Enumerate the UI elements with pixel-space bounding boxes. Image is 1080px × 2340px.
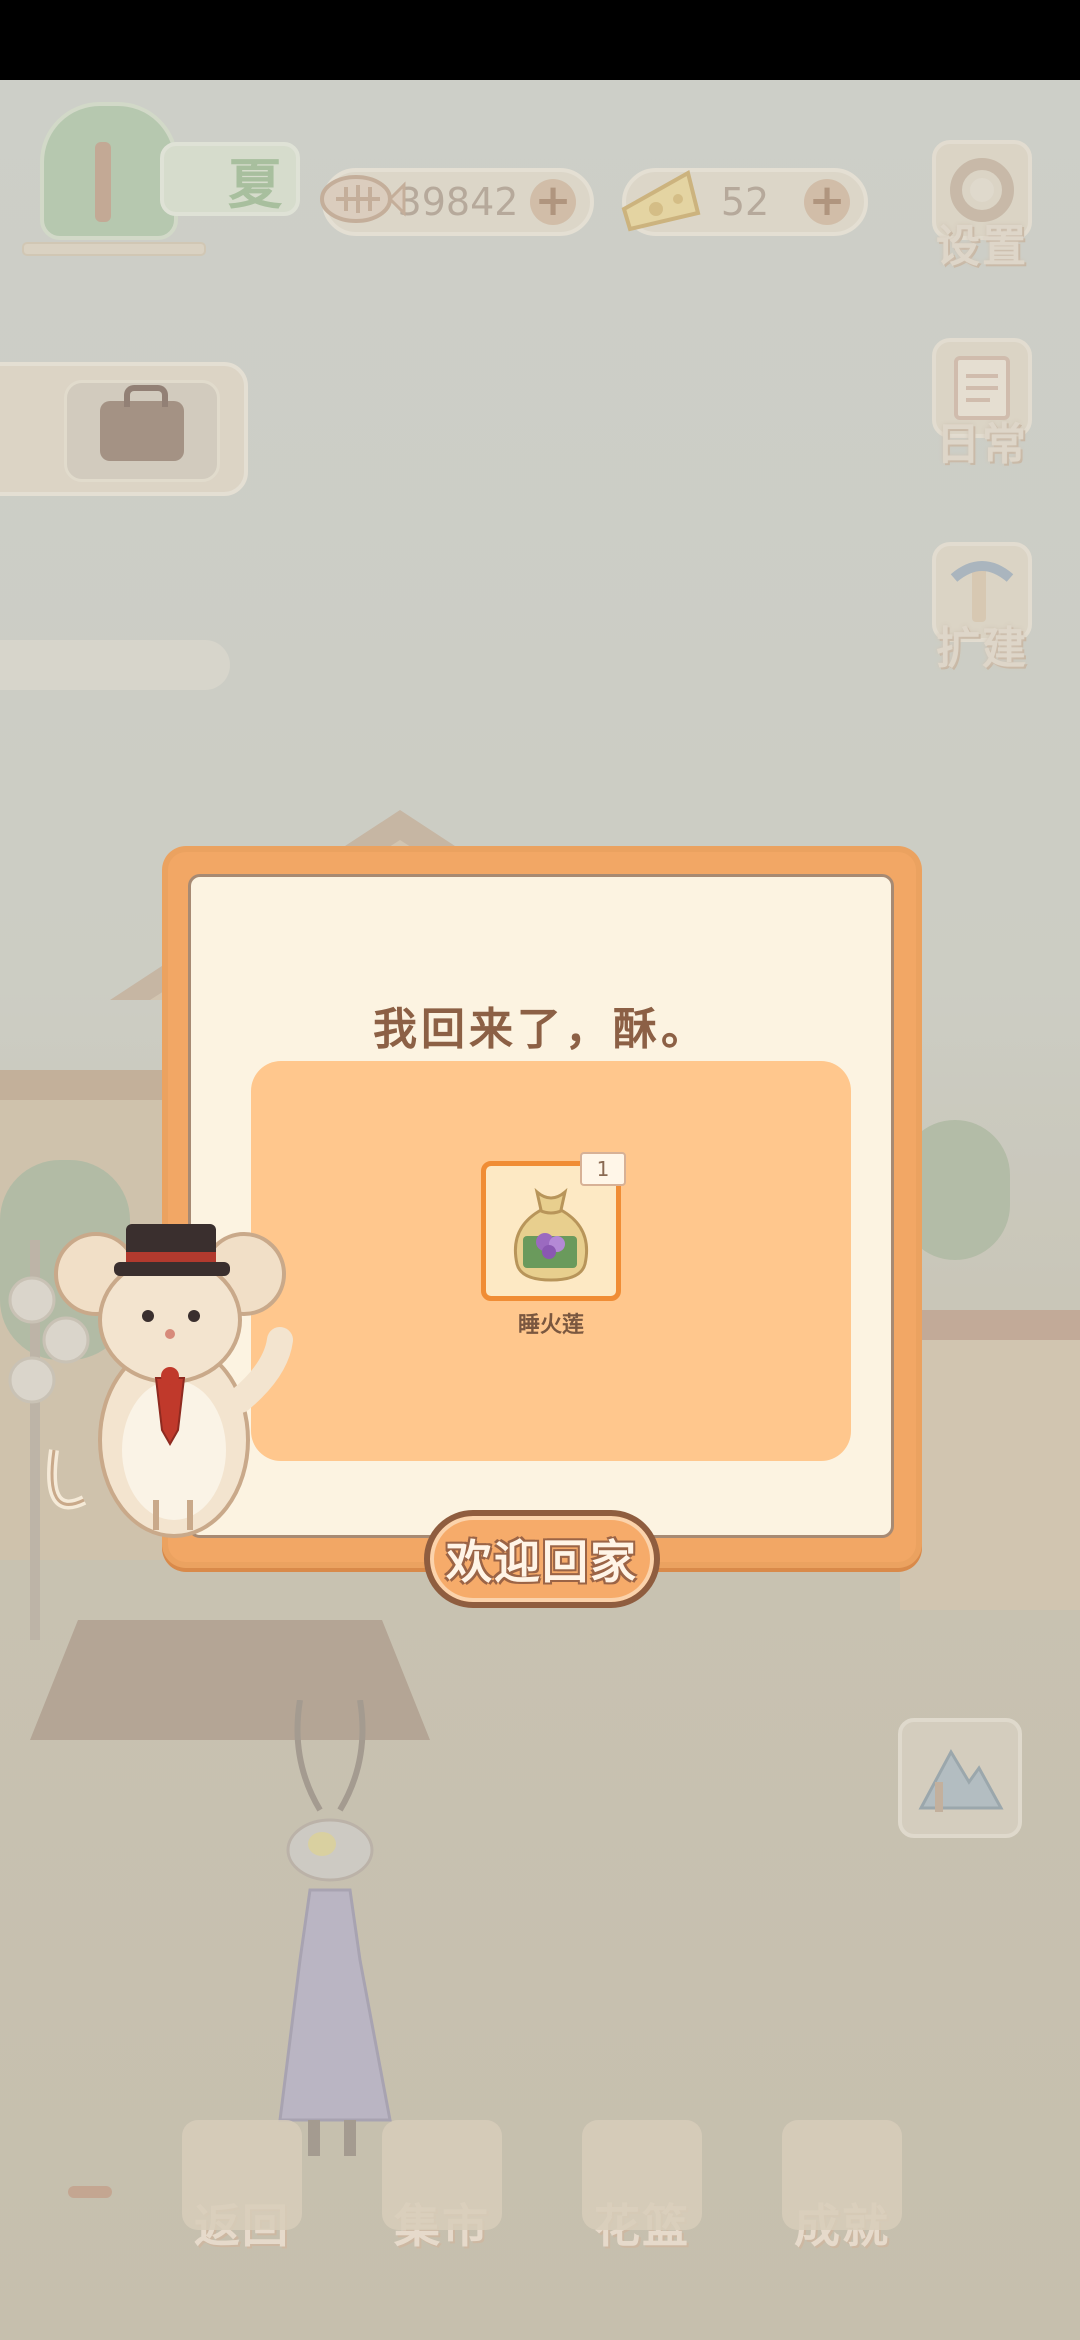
reward-item-slot[interactable]: 1 [481, 1152, 626, 1301]
reward-count-badge: 1 [580, 1152, 626, 1186]
flower-basket-icon [582, 2120, 702, 2230]
reward-panel: 1 睡火莲 [251, 1061, 851, 1461]
nav-back[interactable]: 返回 [172, 2120, 312, 2270]
welcome-home-label: 欢迎回家 [446, 1535, 638, 1589]
seed-bag-icon [513, 1187, 589, 1282]
mouse-butler-character [47, 1224, 293, 1538]
welcome-home-button[interactable]: 欢迎回家 [424, 1510, 660, 1608]
nav-flower-basket[interactable]: 花篮 [572, 2120, 712, 2270]
nav-achievements[interactable]: 成就 [772, 2120, 912, 2270]
door-icon [182, 2120, 302, 2230]
market-stall-icon [382, 2120, 502, 2230]
nav-market[interactable]: 集市 [372, 2120, 512, 2270]
status-bar [0, 0, 1080, 80]
dialog-message: 我回来了，酥。 [373, 1004, 709, 1055]
reward-item-name: 睡火莲 [517, 1313, 584, 1338]
bottom-nav: 返回 集市 花篮 成就 [0, 2120, 1080, 2280]
trophy-icon [782, 2120, 902, 2230]
